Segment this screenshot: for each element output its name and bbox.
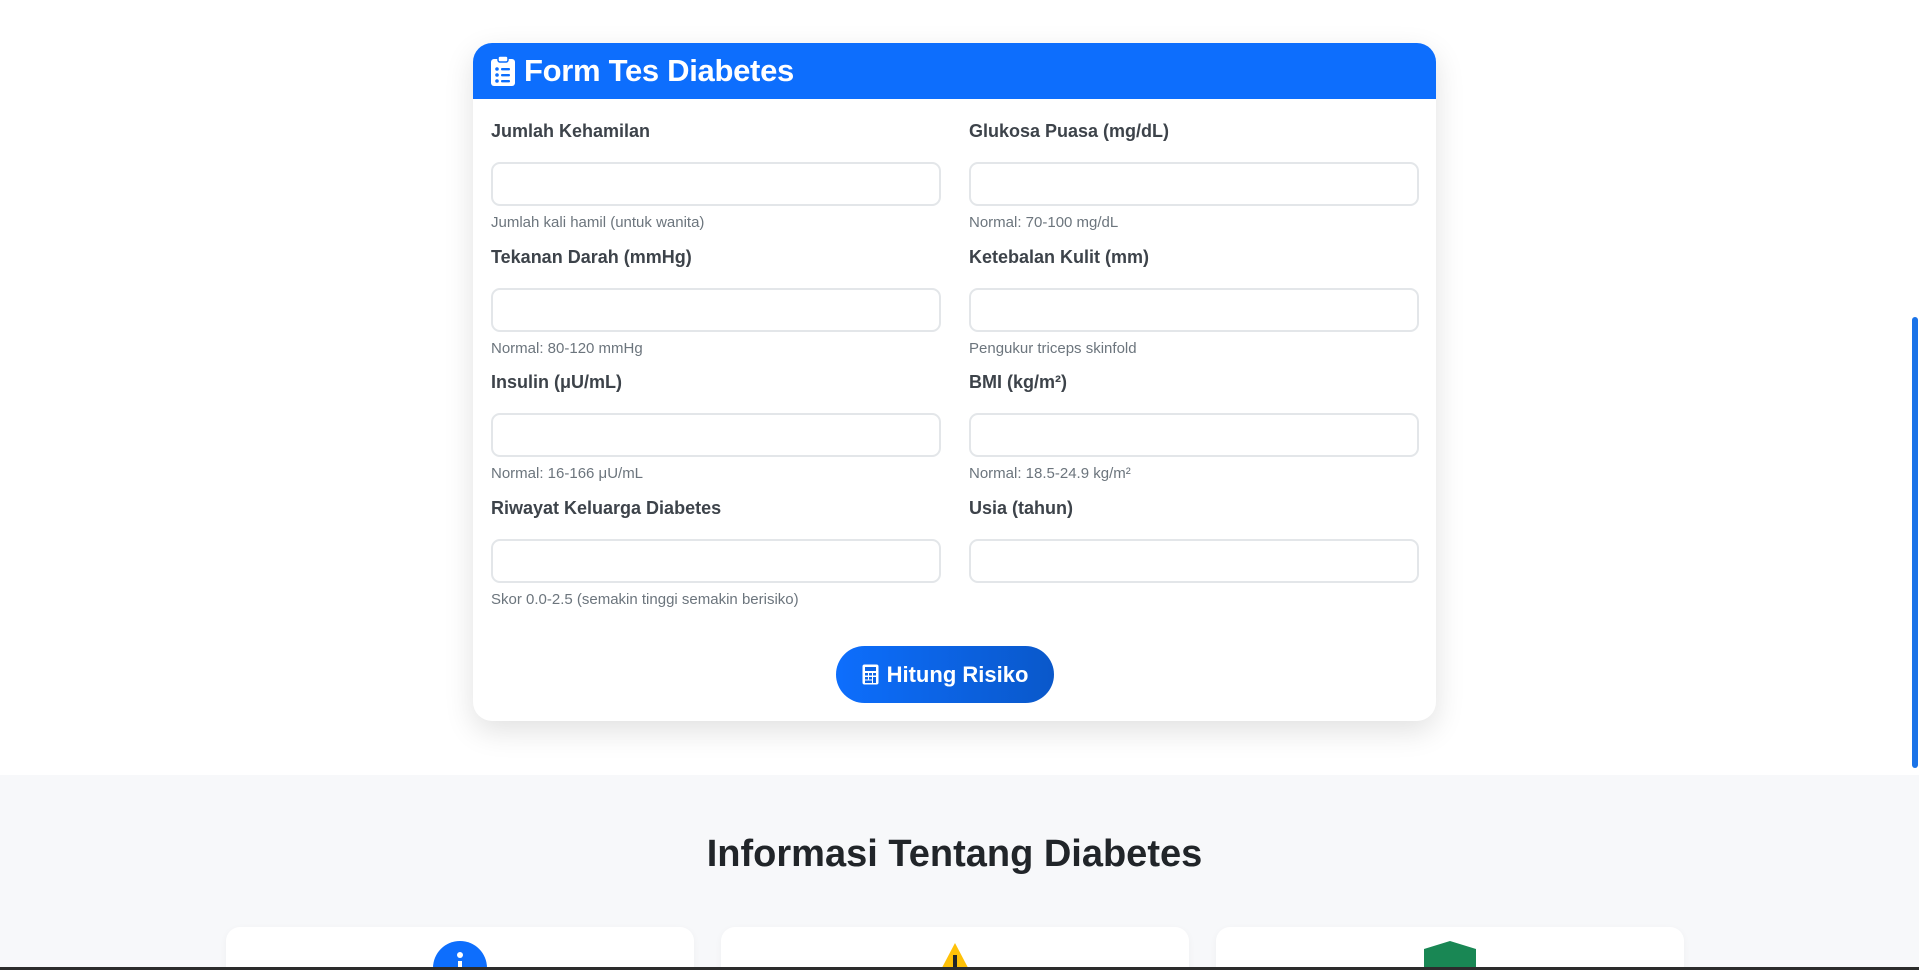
- field-label: Ketebalan Kulit (mm): [969, 247, 1150, 267]
- info-card-prevention: [1216, 927, 1684, 970]
- pregnancies-input[interactable]: [491, 162, 941, 206]
- glucose-input[interactable]: [969, 162, 1419, 206]
- form-header: Form Tes Diabetes: [473, 43, 1436, 99]
- field-hint: Normal: 16-166 μU/mL: [491, 465, 644, 482]
- calculator-icon: [862, 664, 879, 685]
- insulin-input[interactable]: [491, 413, 941, 457]
- field-insulin: Insulin (μU/mL) Normal: 16-166 μU/mL: [491, 372, 941, 482]
- field-label: Glukosa Puasa (mg/dL): [969, 121, 1170, 141]
- field-label: Insulin (μU/mL): [491, 372, 623, 392]
- field-label: Jumlah Kehamilan: [491, 121, 651, 141]
- field-hint: Normal: 18.5-24.9 kg/m²: [969, 465, 1131, 482]
- field-hint: Pengukur triceps skinfold: [969, 340, 1137, 357]
- field-hint: Jumlah kali hamil (untuk wanita): [491, 214, 705, 231]
- info-card-what-is: [226, 927, 694, 970]
- field-glucose: Glukosa Puasa (mg/dL) Normal: 70-100 mg/…: [969, 121, 1419, 231]
- page: Form Tes Diabetes Jumlah Kehamilan Jumla…: [0, 0, 1919, 970]
- field-label: Riwayat Keluarga Diabetes: [491, 498, 722, 518]
- field-hint: Normal: 80-120 mmHg: [491, 340, 643, 357]
- field-label: Usia (tahun): [969, 498, 1074, 518]
- info-icon: [433, 941, 487, 970]
- family-history-input[interactable]: [491, 539, 941, 583]
- calculate-risk-button[interactable]: Hitung Risiko: [836, 646, 1054, 703]
- field-age: Usia (tahun): [969, 498, 1419, 583]
- info-section: Informasi Tentang Diabetes: [0, 775, 1919, 970]
- scrollbar-thumb[interactable]: [1912, 317, 1918, 768]
- scrollbar[interactable]: [1911, 0, 1919, 970]
- field-label: BMI (kg/m²): [969, 372, 1067, 392]
- skin-thickness-input[interactable]: [969, 288, 1419, 332]
- form-title: Form Tes Diabetes: [524, 53, 794, 88]
- field-label: Tekanan Darah (mmHg): [491, 247, 692, 267]
- field-blood-pressure: Tekanan Darah (mmHg) Normal: 80-120 mmHg: [491, 247, 941, 357]
- info-heading: Informasi Tentang Diabetes: [706, 833, 1203, 875]
- field-bmi: BMI (kg/m²) Normal: 18.5-24.9 kg/m²: [969, 372, 1419, 482]
- info-card-risk-factors: [721, 927, 1189, 970]
- diabetes-test-form-card: Form Tes Diabetes Jumlah Kehamilan Jumla…: [473, 43, 1436, 721]
- field-hint: Skor 0.0-2.5 (semakin tinggi semakin ber…: [491, 591, 799, 608]
- age-input[interactable]: [969, 539, 1419, 583]
- field-family-history: Riwayat Keluarga Diabetes Skor 0.0-2.5 (…: [491, 498, 941, 608]
- blood-pressure-input[interactable]: [491, 288, 941, 332]
- field-skin-thickness: Ketebalan Kulit (mm) Pengukur triceps sk…: [969, 247, 1419, 357]
- bmi-input[interactable]: [969, 413, 1419, 457]
- calculate-risk-label: Hitung Risiko: [886, 661, 1029, 687]
- warning-icon: [940, 943, 970, 970]
- shield-icon: [1424, 941, 1476, 970]
- field-hint: Normal: 70-100 mg/dL: [969, 214, 1119, 231]
- field-pregnancies: Jumlah Kehamilan Jumlah kali hamil (untu…: [491, 121, 941, 231]
- clipboard-list-icon: [491, 55, 515, 86]
